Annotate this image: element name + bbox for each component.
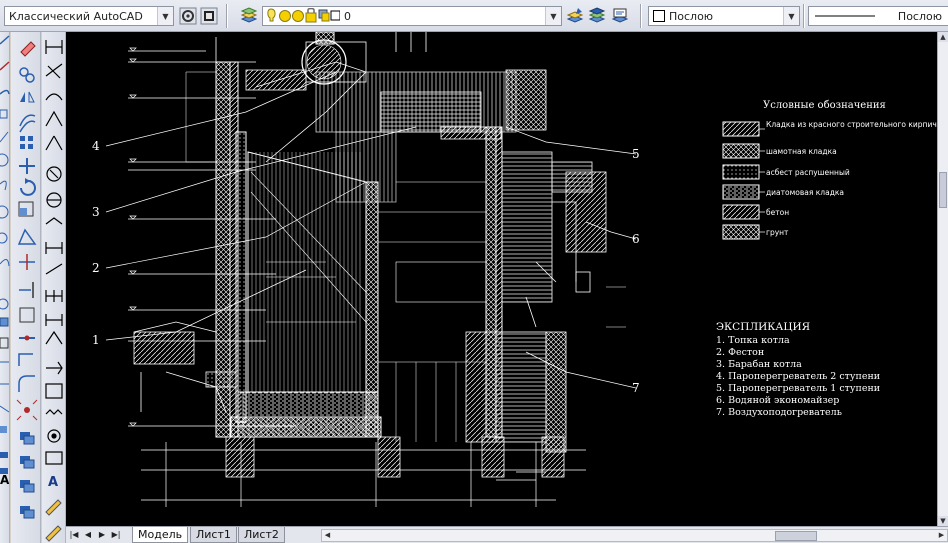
dimension-toolbar-icons[interactable]: A [42, 32, 66, 543]
explication-item-7: 7. Воздухоподогреватель [716, 407, 842, 418]
callout-2: 2 [92, 261, 100, 275]
chevron-down-icon[interactable]: ▼ [545, 7, 561, 25]
scroll-right-icon[interactable]: ▶ [936, 530, 947, 541]
modify-toolbar-1 [11, 32, 41, 543]
callout-7: 7 [632, 381, 640, 395]
svg-text:A: A [48, 475, 58, 490]
draw-toolbar-partial-icons[interactable]: A [0, 32, 10, 543]
workspace-value: Классический AutoCAD [9, 9, 143, 23]
legend-item-3: асбест распушенный [766, 168, 850, 177]
make-object-layer-current-icon[interactable] [566, 7, 584, 25]
layer-previous-icon[interactable] [588, 7, 606, 25]
tab-model[interactable]: Модель [132, 527, 189, 543]
autocad-window: Классический AutoCAD ▼ 0 ▼ Послою ▼ Посл… [0, 0, 948, 543]
tab-sheet1[interactable]: Лист1 [190, 527, 237, 543]
top-toolbar: Классический AutoCAD ▼ 0 ▼ Послою ▼ Посл… [0, 0, 948, 32]
tab-sheet2[interactable]: Лист2 [238, 527, 285, 543]
explication-item-4: 4. Пароперегреватель 2 ступени [716, 371, 880, 382]
legend-item-2: шамотная кладка [766, 147, 837, 156]
legend: Условные обозначения Кладка из красного … [722, 100, 937, 240]
layout-tab-bar: |◀ ◀ ▶ ▶| Модель Лист1 Лист2 ◀ ▶ [66, 526, 948, 543]
chevron-down-icon[interactable]: ▼ [783, 7, 799, 25]
explication-item-6: 6. Водяной экономайзер [716, 395, 839, 406]
layer-manager-icon[interactable] [240, 7, 258, 25]
chevron-down-icon[interactable]: ▼ [157, 7, 173, 25]
vertical-scroll-thumb[interactable] [939, 172, 947, 208]
legend-title: Условные обозначения [763, 100, 886, 111]
linetype-value: Послою [897, 9, 942, 23]
explication-item-5: 5. Пароперегреватель 1 ступени [716, 383, 880, 394]
scroll-left-icon[interactable]: ◀ [322, 530, 333, 541]
dimension-toolbar: A [42, 32, 66, 543]
color-value: Послою [669, 9, 714, 23]
vertical-scrollbar[interactable]: ▲ ▼ [937, 32, 948, 526]
next-tab-icon[interactable]: ▶ [96, 528, 108, 542]
modify-toolbar-icons[interactable] [11, 32, 41, 543]
left-edge-toolbar: A [0, 32, 10, 543]
svg-text:A: A [0, 473, 10, 487]
explication-item-1: 1. Топка котла [716, 335, 790, 346]
explication-title: ЭКСПЛИКАЦИЯ [716, 321, 810, 333]
callout-6: 6 [632, 232, 640, 246]
boiler-section-drawing: 1 2 3 4 5 6 7 Условные обозначения Кладк… [92, 32, 937, 507]
gear-icon[interactable] [200, 7, 218, 25]
color-swatch-icon [653, 10, 665, 22]
toolbar-separator [640, 4, 642, 28]
last-tab-icon[interactable]: ▶| [110, 528, 122, 542]
explication: ЭКСПЛИКАЦИЯ 1. Топка котла 2. Фестон 3. … [716, 321, 880, 418]
callout-3: 3 [92, 205, 100, 219]
explication-item-2: 2. Фестон [716, 347, 764, 358]
layer-state-icons [267, 8, 340, 23]
toolbar-separator [226, 4, 228, 28]
linetype-preview-icon [815, 15, 875, 17]
previous-tab-icon[interactable]: ◀ [82, 528, 94, 542]
workspace-settings-icon[interactable] [179, 7, 197, 25]
legend-item-4: диатомовая кладка [766, 188, 844, 197]
model-space-canvas[interactable]: 1 2 3 4 5 6 7 Условные обозначения Кладк… [66, 32, 937, 526]
explication-item-3: 3. Барабан котла [716, 359, 802, 370]
layer-states-icon[interactable] [611, 7, 629, 25]
scroll-up-icon[interactable]: ▲ [938, 32, 948, 42]
scroll-down-icon[interactable]: ▼ [938, 516, 948, 526]
layer-value: 0 [344, 9, 351, 23]
horizontal-scrollbar[interactable]: ◀ ▶ [321, 529, 948, 542]
foundations [225, 436, 565, 478]
horizontal-scroll-thumb[interactable] [775, 531, 817, 541]
toolbar-separator [803, 4, 805, 28]
linetype-dropdown[interactable]: Послою [808, 6, 948, 26]
callout-1: 1 [92, 333, 100, 347]
layer-dropdown[interactable]: 0 ▼ [262, 6, 562, 26]
dimension-lines [141, 442, 586, 507]
legend-item-1: Кладка из красного строительного кирпича [766, 120, 937, 129]
workspace-dropdown[interactable]: Классический AutoCAD ▼ [4, 6, 174, 26]
callout-4: 4 [92, 139, 100, 153]
legend-item-5: бетон [766, 208, 789, 217]
color-dropdown[interactable]: Послою ▼ [648, 6, 800, 26]
legend-item-6: грунт [766, 228, 789, 237]
first-tab-icon[interactable]: |◀ [68, 528, 80, 542]
callout-5: 5 [632, 147, 640, 161]
